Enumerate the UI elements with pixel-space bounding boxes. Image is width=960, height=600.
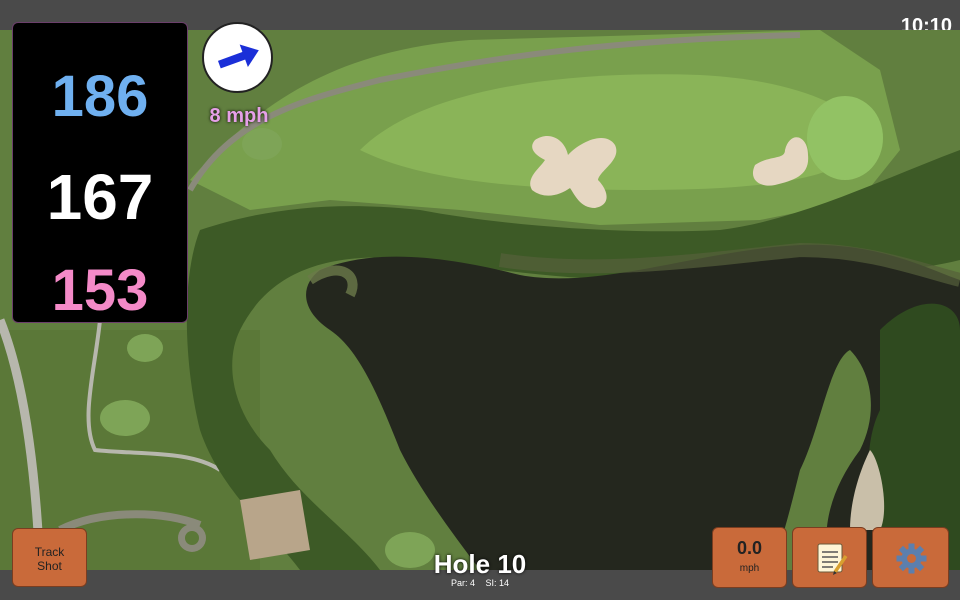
gear-icon	[896, 543, 927, 574]
speed-unit: mph	[739, 563, 760, 574]
settings-button[interactable]	[872, 527, 949, 588]
front-distance: 153	[51, 258, 149, 323]
back-distance: 186	[51, 64, 149, 129]
wind-direction-arrow-icon	[217, 44, 259, 69]
speed-button[interactable]: 0.0 mph	[712, 527, 787, 588]
wind-speed: 8 mph	[209, 105, 269, 127]
middle-distance: 167	[46, 161, 154, 233]
hole-title: Hole 10	[433, 549, 527, 579]
wind-indicator	[202, 22, 273, 93]
hole-par: Par: 4	[450, 578, 475, 588]
track-shot-button[interactable]: Track Shot	[12, 528, 87, 587]
hole-info: Par: 4 SI: 14	[380, 578, 580, 588]
notepad-icon	[817, 543, 848, 575]
notes-button[interactable]	[792, 527, 867, 588]
distance-panel: 186 167 153	[12, 22, 188, 323]
speed-value: 0.0	[736, 538, 763, 558]
track-shot-label-line2: Shot	[37, 559, 62, 573]
hole-stroke-index: SI: 14	[485, 578, 510, 588]
track-shot-label-line1: Track	[34, 545, 65, 559]
